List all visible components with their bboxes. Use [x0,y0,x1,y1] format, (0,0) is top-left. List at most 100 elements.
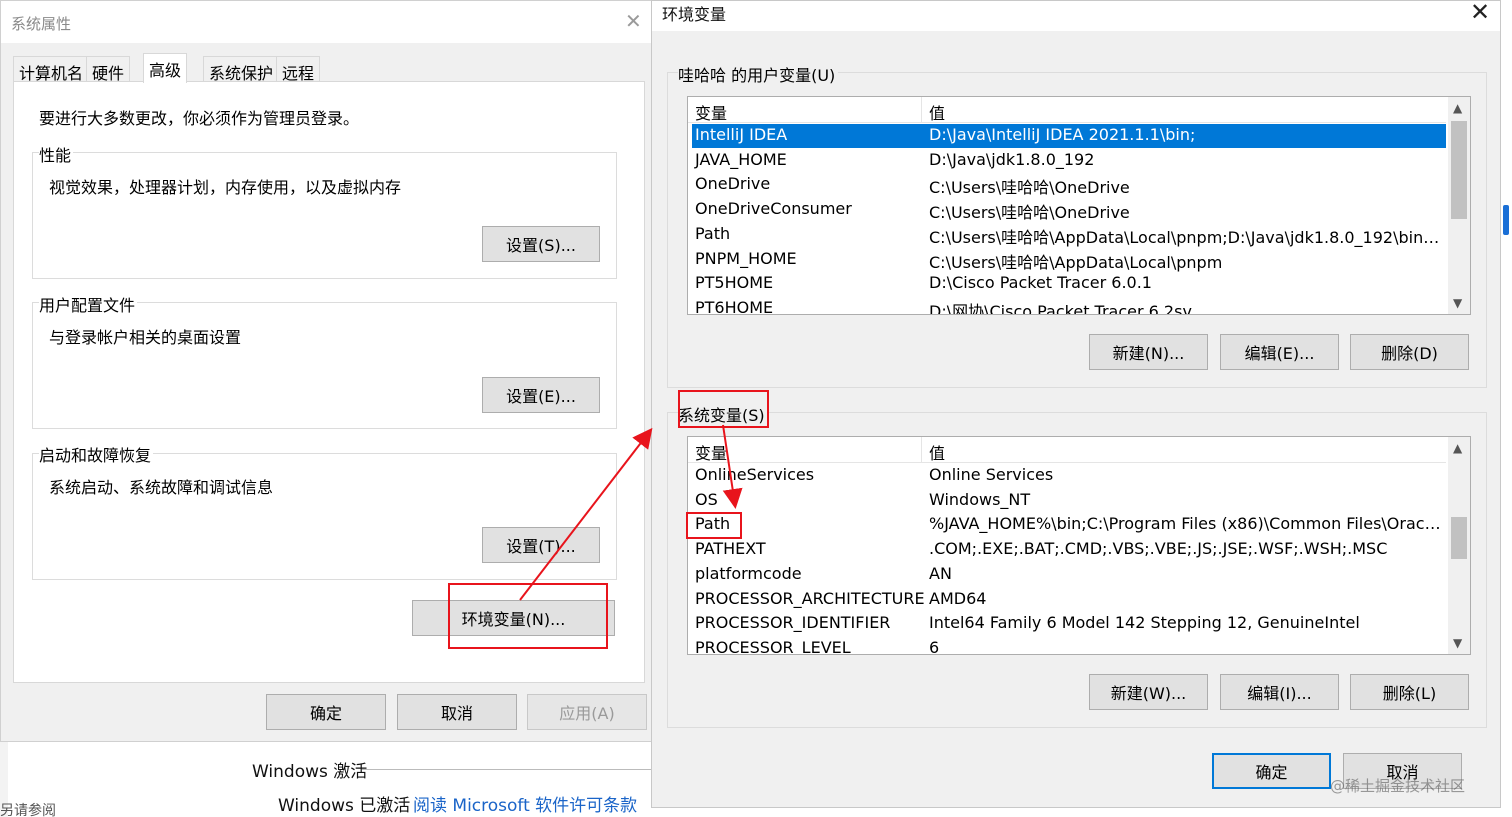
variable-value: Intel64 Family 6 Model 142 Stepping 12, … [929,613,1360,633]
variable-name: IntelliJ IDEA [695,125,788,144]
tab-remote[interactable]: 远程 [276,56,321,83]
system-ok-button[interactable]: 确定 [266,694,386,730]
list-header: 变量 值 [688,97,1446,123]
annotation-env-button-highlight [448,583,608,649]
column-header-value[interactable]: 值 [929,440,945,464]
system-delete-button[interactable]: 删除(L) [1350,674,1469,710]
variable-name: PROCESSOR_LEVEL [695,637,851,655]
table-row[interactable]: OS Windows_NT [692,489,1446,513]
license-terms-link[interactable]: 阅读 Microsoft 软件许可条款 [413,791,637,816]
table-row[interactable]: PATHEXT .COM;.EXE;.BAT;.CMD;.VBS;.VBE;.JS… [692,538,1446,562]
system-cancel-button[interactable]: 取消 [397,694,517,730]
table-row[interactable]: platformcode AN [692,563,1446,587]
tab-system-protection[interactable]: 系统保护 [203,56,280,83]
variable-name: OS [695,489,718,509]
watermark: @稀土掘金技术社区 [1330,777,1466,795]
user-variables-list[interactable]: 变量 值 IntelliJ IDEA D:\Java\IntelliJ IDEA … [687,96,1471,315]
variable-name: PT6HOME [695,297,774,315]
column-header-value[interactable]: 值 [929,100,945,124]
variable-value: D:\Cisco Packet Tracer 6.0.1 [929,273,1152,293]
variable-name: platformcode [695,563,802,583]
variable-value: C:\Users\哇哈哈\AppData\Local\pnpm;D:\Java\… [929,227,1444,247]
variable-value: D:\网协\Cisco Packet Tracer 6.2sv [929,301,1192,315]
system-apply-button[interactable]: 应用(A) [527,694,647,730]
startup-recovery-settings-button[interactable]: 设置(T)... [482,527,600,563]
system-properties-title: 系统属性 [11,15,72,33]
table-row[interactable]: PROCESSOR_ARCHITECTURE AMD64 [692,588,1446,612]
performance-desc: 视觉效果，处理器计划，内存使用，以及虚拟内存 [49,178,402,197]
system-variables-list[interactable]: 变量 值 OnlineServices Online Services OS Wind… [687,436,1471,655]
startup-recovery-title: 启动和故障恢复 [39,442,154,466]
startup-recovery-desc: 系统启动、系统故障和调试信息 [49,478,274,497]
system-properties-titlebar[interactable]: 系统属性 ✕ [1,1,654,43]
column-divider [921,437,922,463]
column-header-name[interactable]: 变量 [695,440,727,464]
table-row[interactable]: OneDriveConsumer C:\Users\哇哈哈\OneDrive [692,198,1446,222]
table-row[interactable]: OnlineServices Online Services [692,464,1446,488]
tab-advanced[interactable]: 高级 [143,53,188,83]
user-profiles-desc: 与登录帐户相关的桌面设置 [49,328,242,347]
user-edit-button[interactable]: 编辑(E)... [1220,334,1339,370]
activation-heading: Windows 激活 [252,762,368,782]
variable-name: JAVA_HOME [695,149,787,169]
activation-divider [362,769,652,770]
scrollbar-thumb[interactable] [1451,517,1467,559]
variable-value: .COM;.EXE;.BAT;.CMD;.VBS;.VBE;.JS;.JSE;.… [929,539,1388,559]
user-list-scrollbar[interactable]: ▲ ▼ [1448,97,1470,314]
close-icon[interactable]: ✕ [1470,0,1490,24]
user-variables-title: 哇哈哈 的用户变量(U) [678,62,839,86]
close-icon[interactable]: ✕ [625,11,642,31]
system-list-scrollbar[interactable]: ▲ ▼ [1448,437,1470,654]
user-new-button[interactable]: 新建(N)... [1089,334,1208,370]
performance-settings-button[interactable]: 设置(S)... [482,226,600,262]
environment-variables-titlebar[interactable]: 环境变量 ✕ [652,0,1500,31]
table-row[interactable]: PROCESSOR_LEVEL 6 [692,637,1446,655]
variable-value: AN [929,563,952,583]
variable-value: Online Services [929,465,1054,484]
performance-title: 性能 [39,142,74,166]
list-header: 变量 值 [688,437,1446,463]
scroll-up-icon[interactable]: ▲ [1453,101,1462,115]
environment-variables-dialog: 环境变量 ✕ 哇哈哈 的用户变量(U) 变量 值 IntelliJ IDEA D:… [651,0,1501,808]
variable-value: C:\Users\哇哈哈\AppData\Local\pnpm [929,252,1223,272]
table-row[interactable]: JAVA_HOME D:\Java\jdk1.8.0_192 [692,149,1446,173]
variable-value: AMD64 [929,588,987,608]
activation-status: Windows 已激活 [278,796,411,816]
user-profiles-title: 用户配置文件 [39,292,138,316]
scroll-up-icon[interactable]: ▲ [1453,441,1462,455]
variable-name: OneDriveConsumer [695,199,852,219]
env-ok-button[interactable]: 确定 [1212,753,1331,789]
scrollbar-thumb[interactable] [1451,121,1467,219]
table-row[interactable]: PT6HOME D:\网协\Cisco Packet Tracer 6.2sv [692,297,1446,315]
see-also-label: 另请参阅 [0,803,56,817]
admin-note: 要进行大多数更改，你必须作为管理员登录。 [39,109,360,128]
variable-name: OneDrive [695,174,771,194]
table-row[interactable]: Path %JAVA_HOME%\bin;C:\Program Files (x8… [692,513,1446,537]
table-row[interactable]: IntelliJ IDEA D:\Java\IntelliJ IDEA 2021.… [692,124,1446,148]
scroll-down-icon[interactable]: ▼ [1453,296,1462,310]
scroll-down-icon[interactable]: ▼ [1453,636,1462,650]
system-edit-button[interactable]: 编辑(I)... [1220,674,1339,710]
variable-value: C:\Users\哇哈哈\OneDrive [929,178,1130,198]
system-new-button[interactable]: 新建(W)... [1089,674,1208,710]
table-row[interactable]: Path C:\Users\哇哈哈\AppData\Local\pnpm;D:\J… [692,223,1446,247]
variable-name: PNPM_HOME [695,248,797,268]
table-row[interactable]: OneDrive C:\Users\哇哈哈\OneDrive [692,173,1446,197]
variable-name: Path [695,223,731,243]
table-row[interactable]: PT5HOME D:\Cisco Packet Tracer 6.0.1 [692,272,1446,296]
variable-value: C:\Users\哇哈哈\OneDrive [929,203,1130,223]
background-right-edge [1500,0,1512,817]
annotation-system-vars-highlight [678,390,769,428]
tab-hardware[interactable]: 硬件 [86,56,131,83]
tab-computer-name[interactable]: 计算机名 [13,56,90,83]
variable-value: %JAVA_HOME%\bin;C:\Program Files (x86)\C… [929,514,1444,534]
user-profiles-settings-button[interactable]: 设置(E)... [482,377,600,413]
variable-value: Windows_NT [929,489,1031,509]
variable-value: 6 [929,637,940,655]
user-delete-button[interactable]: 删除(D) [1350,334,1469,370]
table-row[interactable]: PNPM_HOME C:\Users\哇哈哈\AppData\Local\pnpm [692,248,1446,272]
table-row[interactable]: PROCESSOR_IDENTIFIER Intel64 Family 6 Mod… [692,612,1446,636]
column-header-name[interactable]: 变量 [695,100,727,124]
variable-value: D:\Java\jdk1.8.0_192 [929,149,1095,169]
variable-name: PROCESSOR_ARCHITECTURE [695,588,925,608]
